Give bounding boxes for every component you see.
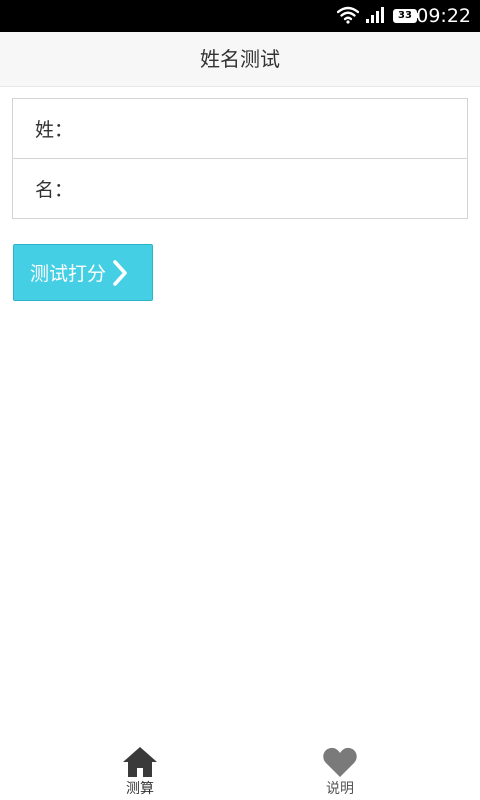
given-name-row: 名： [13,158,467,218]
status-bar: 33 09:22 [0,0,480,32]
surname-input[interactable] [93,102,467,155]
chevron-right-icon [113,259,127,286]
app-screen: 33 09:22 姓名测试 姓： 名： 测试打分 测算 说明 [0,0,480,800]
nav-label-instructions: 说明 [326,781,354,797]
bottom-nav: 测算 说明 [0,738,480,800]
home-icon [123,747,157,777]
score-button[interactable]: 测试打分 [13,244,153,301]
signal-icon [366,7,384,23]
status-time: 09:22 [416,5,471,27]
wifi-icon [337,6,359,24]
score-button-label: 测试打分 [30,263,107,285]
heart-icon [323,747,357,777]
given-name-input[interactable] [93,162,467,215]
battery-icon: 33 [393,9,419,23]
name-form: 姓： 名： [12,98,468,219]
given-name-label: 名： [35,179,74,201]
nav-item-instructions[interactable]: 说明 [290,738,390,800]
surname-row: 姓： [13,99,467,158]
battery-level: 33 [398,10,412,21]
title-bar: 姓名测试 [0,32,480,87]
nav-item-calculate[interactable]: 测算 [90,738,190,800]
page-title: 姓名测试 [200,47,280,71]
nav-label-calculate: 测算 [126,781,154,797]
surname-label: 姓： [35,119,74,141]
